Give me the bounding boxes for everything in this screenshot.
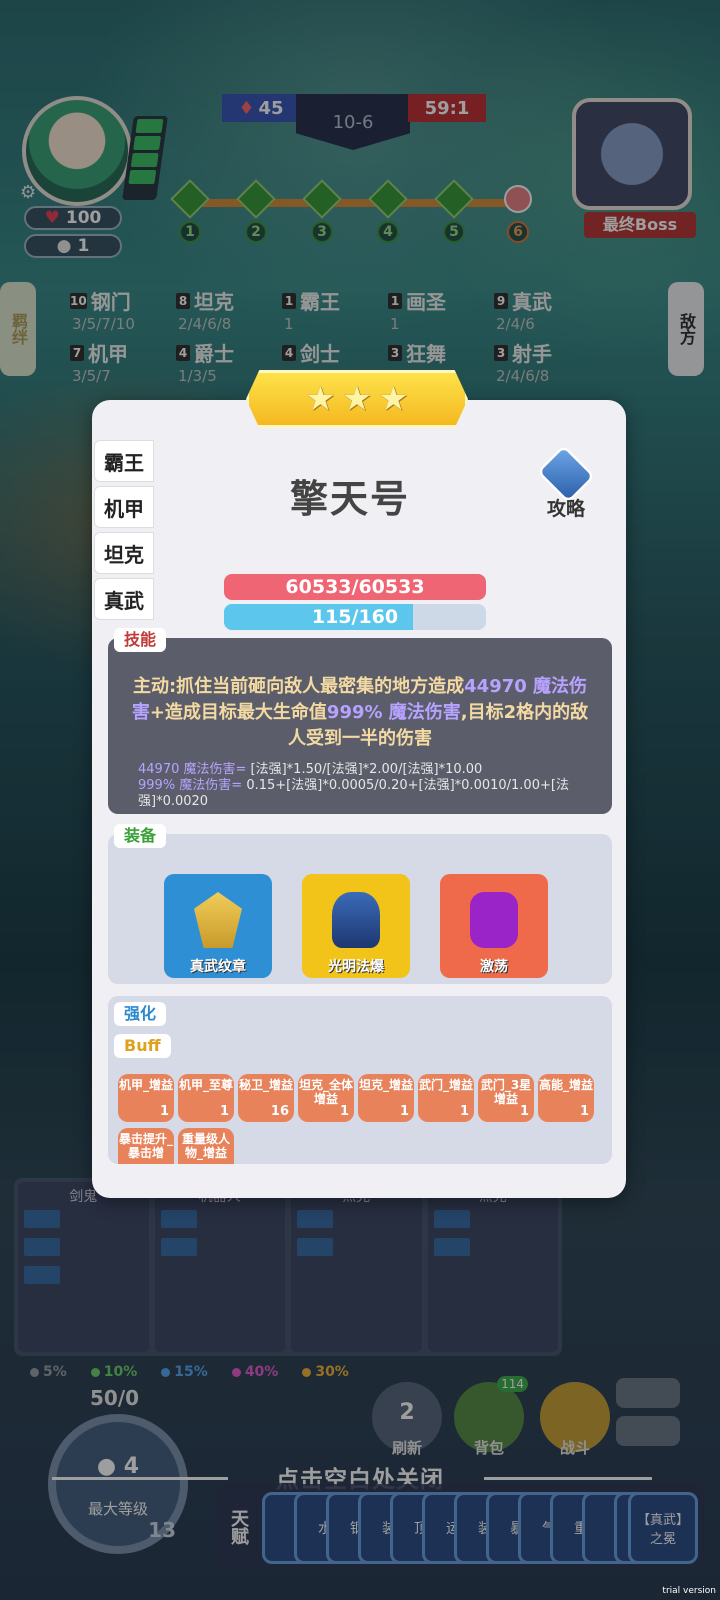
skill-section: 技能 主动:抓住当前砸向敌人最密集的地方造成44970 魔法伤害+造成目标最大生… (108, 628, 612, 814)
buff-chip[interactable]: 武门_增益 1 (418, 1074, 474, 1122)
star-icon: ★ (305, 379, 336, 419)
buff-chip[interactable]: 秘卫_增益 16 (238, 1074, 294, 1122)
buff-chip[interactable]: 坦克_全体增益 1 (298, 1074, 354, 1122)
star-banner: ★ ★ ★ (246, 370, 468, 428)
equipment-section: 装备 真武纹章 光明法爆 激荡 (108, 824, 612, 984)
gauntlet-icon (332, 892, 380, 948)
buff-chip[interactable]: 坦克_增益 1 (358, 1074, 414, 1122)
star-icon: ★ (341, 379, 373, 419)
unit-tab[interactable]: 真武 (94, 578, 154, 620)
unit-tabs: 霸王 机甲 坦克 真武 (94, 440, 156, 624)
buff-chip[interactable]: 重量级人物_增益 (178, 1128, 234, 1164)
unit-tab[interactable]: 坦克 (94, 532, 154, 574)
skill-tag: 技能 (114, 628, 167, 652)
gem-icon (470, 892, 518, 948)
mana-text: 115/160 (311, 606, 399, 628)
hp-text: 60533/60533 (285, 576, 425, 598)
equip-tag: 装备 (114, 824, 167, 848)
skill-description: 主动:抓住当前砸向敌人最密集的地方造成44970 魔法伤害+造成目标最大生命值9… (131, 676, 589, 749)
skill-formula: 44970 魔法伤害= [法强]*1.50/[法强]*2.00/[法强]*10.… (138, 762, 569, 809)
unit-tab[interactable]: 霸王 (94, 440, 154, 482)
buff-chip[interactable]: 武门_3星增益 1 (478, 1074, 534, 1122)
mana-bar: 115/160 (224, 604, 486, 630)
enhance-section: 强化 Buff 机甲_增益 1 机甲_至尊 1 秘卫_增益 16 坦克_全体增益 1 坦… (108, 996, 612, 1164)
buff-chip[interactable]: 机甲_增益 1 (118, 1074, 174, 1122)
buff-chip[interactable]: 高能_增益 1 (538, 1074, 594, 1122)
buff-tag: Buff (114, 1034, 171, 1058)
buff-chip[interactable]: 暴击提升_暴击增 (118, 1128, 174, 1164)
equipment-item[interactable]: 激荡 (440, 874, 548, 978)
unit-tab[interactable]: 机甲 (94, 486, 154, 528)
unit-name: 擎天号 (289, 477, 410, 521)
buff-chip[interactable]: 机甲_至尊 1 (178, 1074, 234, 1122)
star-icon: ★ (378, 379, 409, 419)
emblem-icon (194, 892, 242, 948)
hp-bar: 60533/60533 (224, 574, 486, 600)
watermark: trial version (662, 1586, 716, 1596)
equipment-item[interactable]: 真武纹章 (164, 874, 272, 978)
enhance-tag: 强化 (114, 1002, 167, 1026)
guide-button[interactable]: 攻略 (534, 444, 598, 521)
equipment-item[interactable]: 光明法爆 (302, 874, 410, 978)
